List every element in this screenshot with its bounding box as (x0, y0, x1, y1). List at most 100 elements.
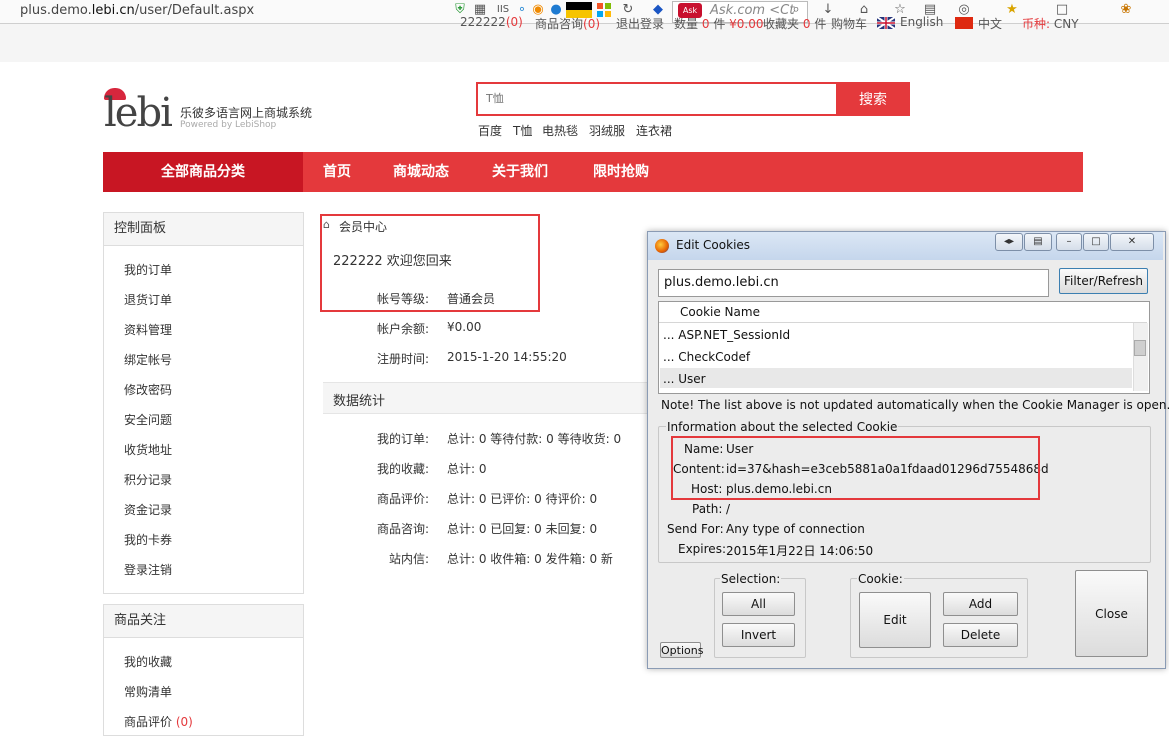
sidebar-item-frequent[interactable]: 常购清单 (124, 683, 172, 700)
top-user-link[interactable]: 222222(0) (460, 15, 523, 29)
follow-panel-title: 商品关注 (104, 605, 303, 638)
sidebar-item-address[interactable]: 收货地址 (124, 441, 172, 458)
firebug-icon[interactable]: ❀ (1118, 2, 1134, 18)
url-prefix: plus.demo. (20, 3, 92, 18)
hot-keyword[interactable]: 连衣裙 (636, 122, 672, 139)
china-flag-icon (955, 17, 973, 29)
sidebar-item-points[interactable]: 积分记录 (124, 471, 172, 488)
minimize-icon[interactable]: – (1056, 233, 1082, 251)
currency-selector[interactable]: 币种: CNY (1022, 15, 1079, 32)
stats-label: 商品评价: (377, 492, 430, 506)
sidebar-item-reviews[interactable]: 商品评价 (0) (124, 713, 193, 730)
url-suffix: /user/Default.aspx (134, 3, 255, 18)
stats-label: 我的订单: (377, 432, 430, 446)
uk-flag-icon (876, 16, 896, 30)
control-panel: 控制面板 我的订单 退货订单 资料管理 绑定帐号 修改密码 安全问题 收货地址 … (103, 212, 304, 594)
info-title: Information about the selected Cookie (666, 420, 899, 434)
control-panel-title: 控制面板 (104, 213, 303, 246)
favorites-link[interactable]: 收藏夹 0 件 (763, 15, 826, 32)
note-text: Note! The list above is not updated auto… (661, 398, 1169, 412)
selection-label: Selection: (720, 572, 782, 586)
delete-cookie-button[interactable]: Delete (943, 623, 1018, 647)
site-logo[interactable]: lebi (104, 90, 173, 136)
logout-link[interactable]: 退出登录 (616, 15, 664, 32)
cart-link[interactable]: 购物车 (831, 15, 867, 32)
url-domain: lebi.cn (91, 3, 135, 18)
site-subtitle: Powered by LebiShop (180, 120, 277, 130)
sidebar-item-password[interactable]: 修改密码 (124, 381, 172, 398)
menu-globe-icon[interactable]: ◎ (956, 2, 972, 18)
nav-item-about[interactable]: 关于我们 (492, 152, 548, 192)
close-button[interactable]: Close (1075, 570, 1148, 657)
sidebar-item-favorites[interactable]: 我的收藏 (124, 653, 172, 670)
field-label: Expires: (678, 542, 726, 556)
follow-panel: 商品关注 我的收藏 常购清单 商品评价 (0) (103, 604, 304, 736)
cookie-label: Cookie: (857, 572, 904, 586)
all-categories-button[interactable]: 全部商品分类 (103, 152, 303, 192)
stats-label: 我的收藏: (377, 462, 430, 476)
top-consult-link[interactable]: 商品咨询(0) (535, 15, 600, 32)
options-button[interactable]: Options (660, 642, 703, 658)
field-value: / (726, 502, 731, 516)
sidebar-item-profile[interactable]: 资料管理 (124, 321, 172, 338)
balance-label: 帐户余额: (377, 322, 430, 336)
cookie-row[interactable]: ... ASP.NET_SessionId (663, 328, 790, 342)
balance-value: ¥0.00 (447, 320, 482, 334)
sidebar-item-returns[interactable]: 退货订单 (124, 291, 172, 308)
list-scrollbar[interactable] (1133, 323, 1148, 391)
nav-item-news[interactable]: 商城动态 (393, 152, 449, 192)
field-value: Any type of connection (726, 522, 865, 536)
address-bar[interactable]: plus.demo.lebi.cn/user/Default.aspx (20, 3, 254, 18)
cart-summary: 数量 0 件 ¥0.00 (674, 17, 764, 31)
hot-keyword[interactable]: 电热毯 (542, 122, 578, 139)
nav-arrows-icon[interactable]: ◂▸ (995, 233, 1023, 251)
dialog-title: Edit Cookies (676, 238, 751, 252)
cookie-row[interactable]: ... User (663, 372, 706, 386)
add-cookie-button[interactable]: Add (943, 592, 1018, 616)
site-title: 乐彼多语言网上商城系统 (180, 106, 313, 120)
maximize-icon[interactable]: □ (1083, 233, 1109, 251)
filter-refresh-button[interactable]: Filter/Refresh (1059, 268, 1148, 294)
invert-selection-button[interactable]: Invert (722, 623, 795, 647)
stats-title: 数据统计 (333, 394, 386, 409)
hot-keyword[interactable]: 百度 (478, 122, 502, 139)
cookie-row[interactable]: ... CheckCodef (663, 350, 750, 364)
scrollbar-thumb[interactable] (1134, 340, 1146, 356)
select-all-button[interactable]: All (722, 592, 795, 616)
close-icon[interactable]: ✕ (1110, 233, 1154, 251)
firefox-icon (655, 239, 669, 253)
nav-item-home[interactable]: 首页 (323, 152, 351, 192)
stats-label: 站内信: (389, 552, 430, 566)
stats-value: 总计: 0 已回复: 0 未回复: 0 (447, 522, 598, 536)
highlight-box (671, 436, 1040, 500)
reg-time-value: 2015-1-20 14:55:20 (447, 350, 567, 364)
sidebar-item-bind-account[interactable]: 绑定帐号 (124, 351, 172, 368)
highlight-box (320, 214, 540, 312)
filter-value: plus.demo.lebi.cn (664, 275, 779, 290)
reg-time-label: 注册时间: (377, 352, 430, 366)
hot-keyword[interactable]: 羽绒服 (589, 122, 625, 139)
hot-keyword[interactable]: T恤 (513, 122, 532, 139)
edit-cookie-button[interactable]: Edit (859, 592, 931, 648)
field-label: Send For: (667, 522, 724, 536)
sidebar-item-funds[interactable]: 资金记录 (124, 501, 172, 518)
sidebar-item-orders[interactable]: 我的订单 (124, 261, 172, 278)
chinese-link[interactable]: 中文 (978, 15, 1002, 32)
selected-row-highlight (660, 368, 1132, 388)
stats-value: 总计: 0 已评价: 0 待评价: 0 (447, 492, 598, 506)
sidebar-item-coupons[interactable]: 我的卡券 (124, 531, 172, 548)
search-input-wrapper (476, 82, 838, 116)
search-button[interactable]: 搜索 (836, 82, 910, 116)
search-input[interactable] (484, 91, 828, 106)
sidebar-item-security[interactable]: 安全问题 (124, 411, 172, 428)
field-value: 2015年1月22日 14:06:50 (726, 544, 874, 558)
english-link[interactable]: English (900, 15, 943, 29)
sidebar-item-logout[interactable]: 登录注销 (124, 561, 172, 578)
stats-value: 总计: 0 收件箱: 0 发件箱: 0 新 (447, 552, 613, 566)
stats-value: 总计: 0 (447, 462, 487, 476)
stats-value: 总计: 0 等待付款: 0 等待收货: 0 (447, 432, 622, 446)
field-label: Path: (692, 502, 723, 516)
nav-item-flash-sale[interactable]: 限时抢购 (593, 152, 649, 192)
star-badge-icon[interactable]: ★ (1004, 2, 1020, 18)
copy-icon[interactable]: ▤ (1024, 233, 1052, 251)
